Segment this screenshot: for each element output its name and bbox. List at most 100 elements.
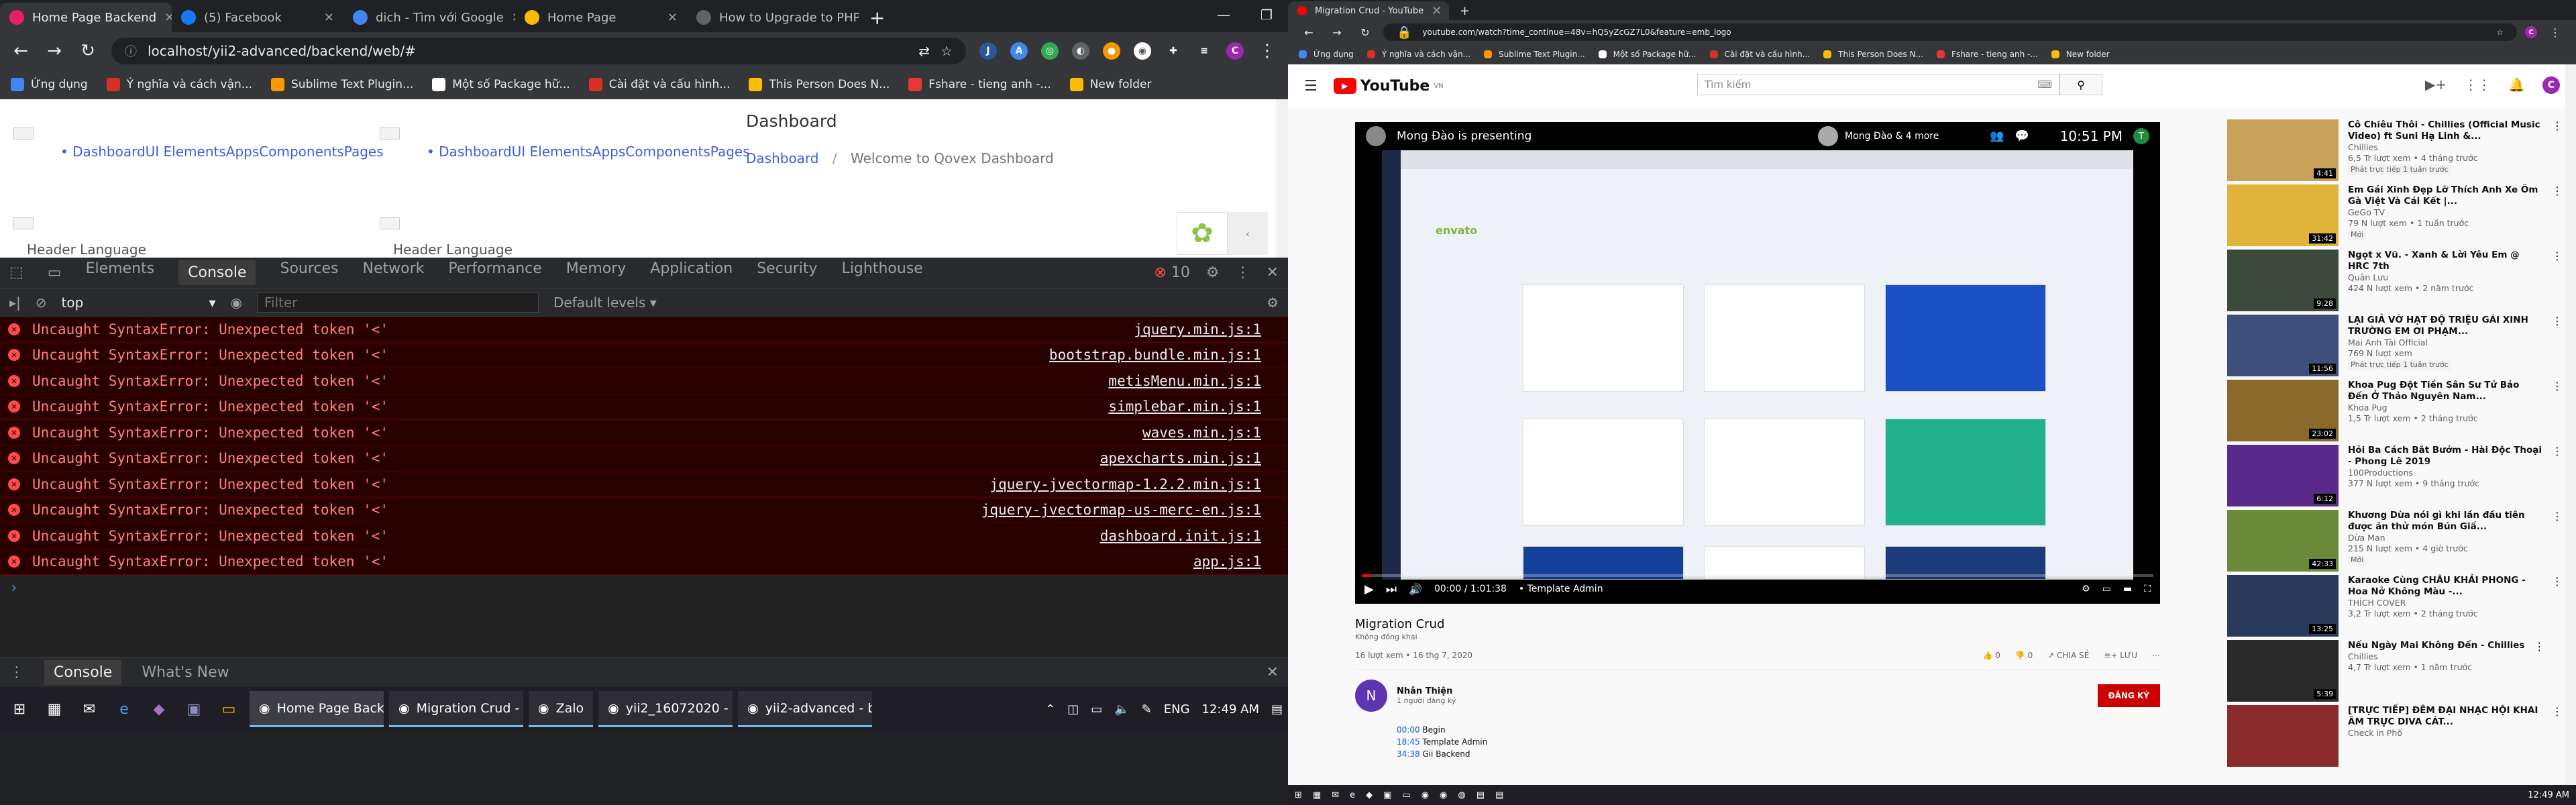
chapter-timestamp[interactable]: 34:38 — [1397, 749, 1420, 759]
network-icon[interactable]: ◫ — [1067, 702, 1079, 716]
more-options-icon[interactable]: ⋮ — [2552, 250, 2563, 315]
context-select[interactable]: top ▾ — [62, 294, 216, 311]
back-icon[interactable]: ← — [1299, 26, 1319, 39]
chapter-timestamp[interactable]: 18:45 — [1397, 737, 1420, 747]
chevron-left-icon[interactable]: ‹ — [1228, 212, 1268, 255]
devtools-tab-performance[interactable]: Performance — [448, 260, 541, 285]
taskbar-app[interactable]: ◉ Zalo — [529, 691, 594, 727]
new-tab-icon[interactable]: + — [859, 3, 896, 32]
related-video-item[interactable]: 31:42 Em Gái Xinh Đẹp Lỡ Thích Anh Xe Ôm … — [2227, 184, 2563, 250]
tray-up-icon[interactable]: ⌃ — [1045, 702, 1055, 716]
store-icon[interactable]: ▦ — [1313, 790, 1321, 800]
bookmark-item[interactable]: Sublime Text Plugin... — [271, 77, 413, 91]
clock[interactable]: 12:49 AM — [1202, 702, 1259, 716]
edge-icon[interactable]: e — [110, 695, 138, 723]
edge-icon[interactable]: e — [1350, 790, 1355, 800]
clock[interactable]: 12:49 AM — [2528, 790, 2569, 800]
related-channel[interactable]: Khoa Pug — [2348, 402, 2542, 413]
devtools-tab-memory[interactable]: Memory — [566, 260, 626, 285]
theater-icon[interactable]: ▬ — [2123, 584, 2132, 594]
bookmark-item[interactable]: Ứng dụng — [11, 77, 88, 91]
create-video-icon[interactable]: ▶+ — [2425, 76, 2447, 94]
tab-youtube[interactable]: Migration Crud - YouTube ✕ — [1288, 1, 1449, 20]
video-player[interactable]: Mong Đào is presenting Mong Đào & 4 more… — [1355, 122, 2160, 604]
related-channel[interactable]: Quân Lưu — [2348, 272, 2542, 283]
bookmark-item[interactable]: Một số Package hữ... — [1598, 50, 1697, 59]
close-tab-icon[interactable]: ✕ — [667, 11, 678, 25]
devtools-tab-network[interactable]: Network — [363, 260, 425, 285]
related-title[interactable]: Karaoke Cùng CHÂU KHẢI PHONG - Hoa Nở Kh… — [2348, 575, 2542, 598]
bookmark-item[interactable]: Cài đặt và cấu hình... — [588, 77, 730, 91]
bookmark-item[interactable]: Một số Package hữ... — [432, 77, 570, 91]
related-video-item[interactable]: 23:02 Khoa Pug Đột Tiền Sân Sư Tử Bảo Đến… — [2227, 380, 2563, 445]
reload-icon[interactable]: ↻ — [78, 41, 98, 61]
error-source-link[interactable]: metisMenu.min.js:1 — [1108, 373, 1261, 389]
browser-tab[interactable]: Home Page Backend ✕ — [0, 3, 172, 32]
zalo-icon[interactable]: ◍ — [1458, 790, 1465, 800]
address-bar[interactable]: 🔒 youtube.com/watch?time_continue=48v=hQ… — [1383, 23, 2517, 41]
share-button[interactable]: ↗ CHIA SẺ — [2047, 651, 2089, 660]
save-button[interactable]: ≡+ LƯU — [2104, 651, 2137, 660]
profile-avatar-icon[interactable]: C — [2525, 26, 2537, 38]
error-source-link[interactable]: apexcharts.min.js:1 — [1100, 450, 1261, 466]
error-source-link[interactable]: simplebar.min.js:1 — [1108, 398, 1261, 415]
error-source-link[interactable]: jquery.min.js:1 — [1134, 321, 1261, 337]
error-source-link[interactable]: app.js:1 — [1193, 553, 1261, 570]
video-thumbnail[interactable]: 9:28 — [2227, 250, 2339, 311]
devtools-tab-sources[interactable]: Sources — [280, 260, 338, 285]
more-options-icon[interactable]: ⋮ — [2534, 640, 2544, 705]
start-windows-icon[interactable]: ⊞ — [1295, 790, 1302, 800]
extension-eye-icon[interactable]: ◉ — [1134, 42, 1151, 60]
forward-icon[interactable]: → — [44, 41, 64, 61]
devtools-tab-elements[interactable]: Elements — [86, 260, 155, 285]
more-options-icon[interactable]: ⋮ — [2552, 705, 2563, 770]
related-channel[interactable]: 100Productions — [2348, 468, 2542, 478]
settings-gear-icon[interactable]: ⚙ — [1206, 264, 1220, 281]
related-title[interactable]: LẠI GIẢ VỜ HẠT ĐỘ TRIỆU GÁI XINH TRƯỜNG … — [2348, 315, 2542, 337]
related-title[interactable]: Cô Chiêu Thôi - Chillies (Official Music… — [2348, 119, 2542, 142]
dislike-button[interactable]: 👎 0 — [2015, 651, 2033, 660]
taskbar-app[interactable]: ◉ Home Page Backe... — [250, 691, 384, 727]
channel-name[interactable]: Nhân Thiện — [1397, 686, 1456, 696]
console-settings-icon[interactable]: ⚙ — [1267, 294, 1279, 311]
new-tab-icon[interactable]: + — [1449, 1, 1481, 20]
miniplayer-icon[interactable]: ▭ — [2102, 584, 2111, 594]
volume-icon[interactable]: 🔊 — [1409, 583, 1422, 596]
related-channel[interactable]: Chillies — [2348, 142, 2542, 153]
next-icon[interactable]: ⏭ — [1386, 582, 1397, 596]
bookmark-item[interactable]: New folder — [2051, 50, 2110, 59]
translate-icon[interactable]: ⇄ — [918, 43, 930, 59]
store-icon[interactable]: ▦ — [40, 695, 68, 723]
chrome-icon[interactable]: ◉ — [1440, 790, 1447, 800]
bookmark-item[interactable]: This Person Does N... — [749, 77, 890, 91]
bookmark-item[interactable]: Ý nghĩa và cách vận... — [1366, 50, 1470, 59]
menu-dots-icon[interactable]: ⋮ — [1257, 41, 1277, 61]
browser-tab[interactable]: dich - Tìm với Google✕ — [343, 3, 515, 32]
related-video-item[interactable]: 5:39 Nếu Ngày Mai Không Đến - Chillies Chi… — [2227, 640, 2563, 705]
related-channel[interactable]: Check in Phố — [2348, 728, 2542, 739]
media-icon[interactable]: ≡ — [1195, 42, 1213, 60]
language-indicator[interactable]: ENG — [1164, 702, 1190, 716]
taskbar-app[interactable]: ◉ yii2-advanced - b... — [738, 691, 873, 727]
video-thumbnail[interactable]: 42:33 — [2227, 510, 2339, 572]
device-toggle-icon[interactable]: ▭ — [48, 264, 62, 281]
error-source-link[interactable]: jquery-jvectormap-us-merc-en.js:1 — [981, 502, 1261, 518]
app-icon[interactable]: ▤ — [1495, 790, 1503, 800]
related-channel[interactable]: GeGo TV — [2348, 207, 2542, 218]
chapter-timestamp[interactable]: 00:00 — [1397, 725, 1420, 735]
related-title[interactable]: Nếu Ngày Mai Không Đến - Chillies — [2348, 640, 2524, 651]
error-source-link[interactable]: jquery-jvectormap-1.2.2.min.js:1 — [989, 476, 1261, 492]
bookmark-item[interactable]: Ý nghĩa và cách vận... — [106, 77, 252, 91]
related-title[interactable]: Em Gái Xinh Đẹp Lỡ Thích Anh Xe Ôm Gà Vi… — [2348, 184, 2542, 207]
close-drawer-icon[interactable]: ✕ — [1267, 664, 1279, 681]
close-tab-icon[interactable]: ✕ — [164, 11, 172, 25]
related-channel[interactable]: Mai Anh Tài Official — [2348, 337, 2542, 348]
breadcrumb-link[interactable]: Dashboard — [746, 150, 819, 166]
related-title[interactable]: Hỏi Ba Cách Bắt Bướm - Hài Độc Thoại - P… — [2348, 445, 2542, 468]
bookmark-item[interactable]: This Person Does N... — [1823, 50, 1923, 59]
info-icon[interactable]: ⓘ — [125, 42, 137, 60]
menu-links-a[interactable]: • DashboardUI ElementsAppsComponentsPage… — [60, 144, 384, 160]
channel-avatar[interactable]: N — [1355, 680, 1387, 712]
more-dots-icon[interactable]: ⋮ — [1236, 264, 1250, 281]
error-source-link[interactable]: dashboard.init.js:1 — [1100, 528, 1261, 544]
